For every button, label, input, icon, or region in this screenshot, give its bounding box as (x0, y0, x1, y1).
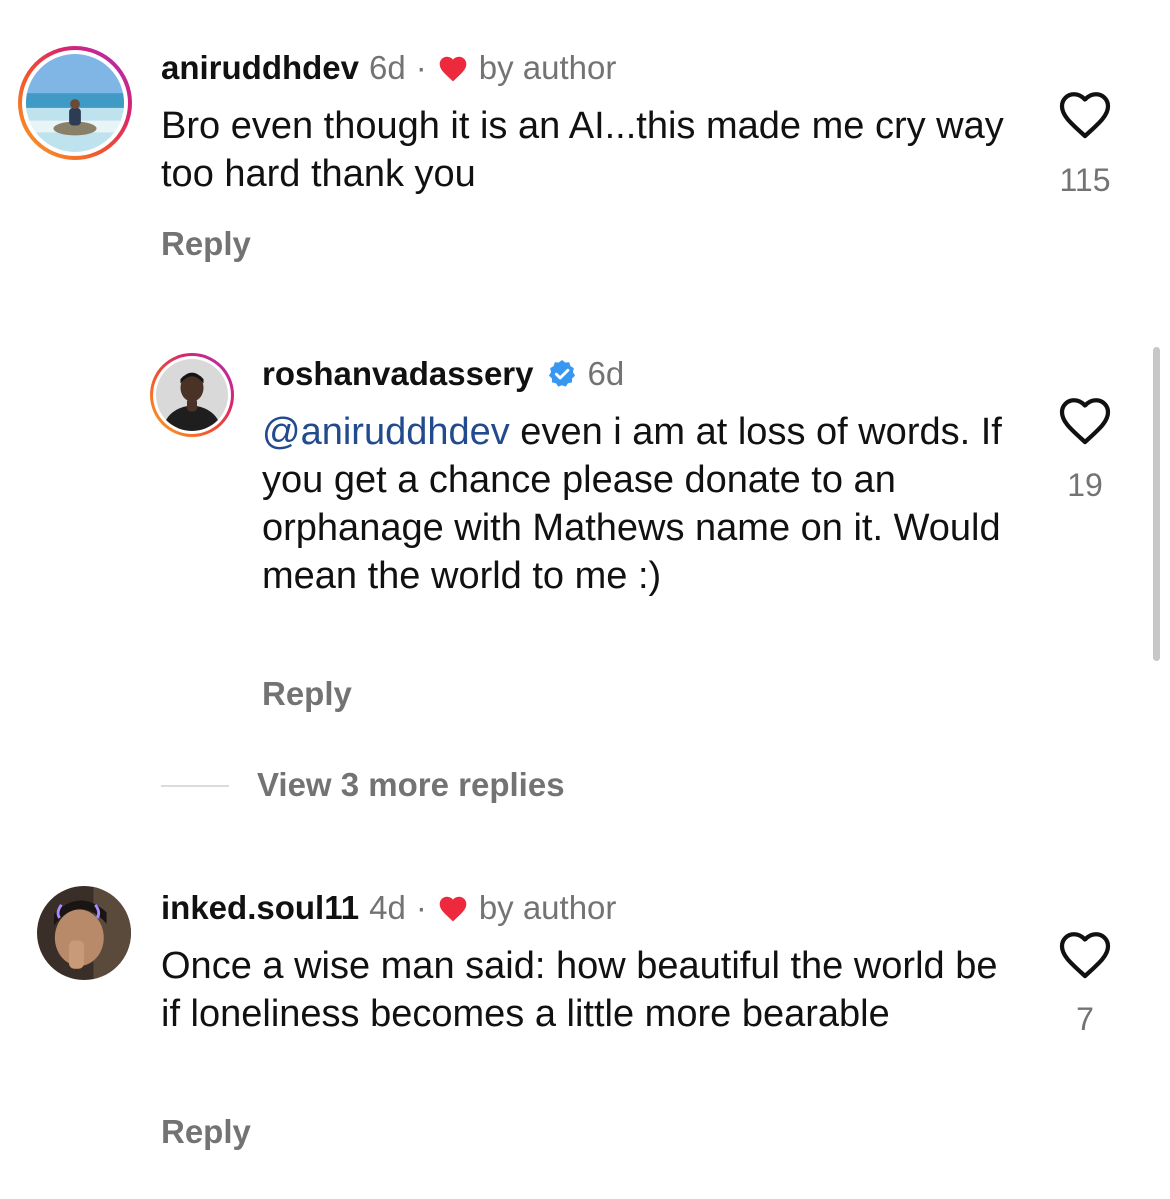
reply-button[interactable]: Reply (262, 675, 352, 713)
timestamp: 6d (587, 355, 625, 392)
comment-text: Bro even though it is an AI...this made … (161, 105, 1004, 195)
avatar-photo (37, 886, 131, 980)
like-count: 7 (1076, 1001, 1094, 1037)
heart-filled-icon (439, 896, 467, 922)
avatar-photo (26, 54, 124, 152)
heart-outline-icon[interactable] (1055, 85, 1115, 141)
timestamp: 6d (369, 49, 406, 86)
heart-filled-icon (439, 56, 467, 82)
reply-button[interactable]: Reply (161, 225, 251, 263)
avatar[interactable] (18, 46, 132, 160)
separator-dot: · (415, 49, 427, 86)
like-count: 115 (1059, 162, 1111, 198)
avatar[interactable] (37, 886, 131, 980)
comments-page: aniruddhdev 6d · by author Bro even thou… (0, 0, 1170, 1199)
heart-outline-icon[interactable] (1055, 925, 1115, 981)
comment-meta: aniruddhdev 6d · by author (161, 48, 616, 88)
comment-text: Once a wise man said: how beautiful the … (161, 945, 998, 1035)
avatar[interactable] (150, 353, 234, 437)
comment-meta: roshanvadassery 6d (262, 354, 624, 394)
view-more-divider (161, 785, 229, 787)
separator-dot: · (415, 889, 427, 926)
view-more-replies-button[interactable]: View 3 more replies (257, 766, 565, 804)
verified-badge-icon (548, 360, 575, 387)
username[interactable]: aniruddhdev (161, 48, 359, 88)
username[interactable]: roshanvadassery (262, 354, 534, 394)
like-count: 19 (1067, 467, 1103, 503)
liked-by-author-label: by author (478, 49, 617, 86)
username[interactable]: inked.soul11 (161, 888, 359, 928)
comment-text: @aniruddhdev even i am at loss of words.… (262, 408, 1022, 600)
mention-link[interactable]: @aniruddhdev (262, 411, 510, 453)
timestamp: 4d (369, 889, 406, 926)
reply-button[interactable]: Reply (161, 1113, 251, 1151)
comment-meta: inked.soul11 4d · by author (161, 888, 616, 928)
liked-by-author-label: by author (478, 889, 617, 926)
scrollbar[interactable] (1153, 347, 1160, 661)
avatar-photo (156, 359, 228, 431)
heart-outline-icon[interactable] (1055, 391, 1115, 447)
